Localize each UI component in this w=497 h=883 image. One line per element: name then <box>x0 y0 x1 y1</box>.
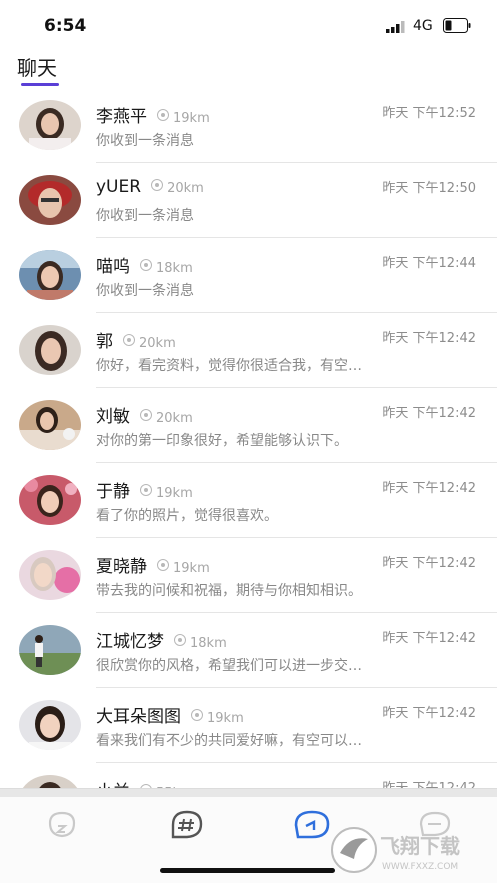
chat-name-row: 李燕平 19km <box>96 102 210 127</box>
avatar[interactable] <box>19 100 81 150</box>
chat-distance: 20km <box>139 336 176 351</box>
signal-icon <box>386 21 405 33</box>
svg-text:飞翔下载: 飞翔下载 <box>380 834 460 858</box>
chat-time: 昨天 下午12:50 <box>382 181 476 196</box>
avatar[interactable] <box>19 625 81 675</box>
avatar[interactable] <box>19 475 81 525</box>
chat-name-row: 小兰55km <box>96 777 193 788</box>
chat-time: 昨天 下午12:42 <box>382 481 476 496</box>
chat-name: 大耳朵图图 <box>96 707 181 727</box>
chat-item[interactable]: 夏晓静 19km 昨天 下午12:42 带去我的问候和祝福，期待与你相知相识。 <box>0 538 497 613</box>
tab-planet[interactable] <box>42 809 82 841</box>
location-icon <box>157 109 169 121</box>
avatar[interactable] <box>19 250 81 300</box>
chat-distance: 18km <box>190 636 227 651</box>
battery-icon <box>443 18 471 33</box>
chat-item[interactable]: yUER 20km 昨天 下午12:50 你收到一条消息 <box>0 163 497 238</box>
chat-name-row: 于静 19km <box>96 477 193 502</box>
home-indicator <box>160 868 335 873</box>
tab-chat[interactable] <box>292 809 332 841</box>
avatar[interactable] <box>19 775 81 788</box>
title-underline <box>21 83 59 86</box>
chat-time: 昨天 下午12:42 <box>382 406 476 421</box>
chat-time: 昨天 下午12:42 <box>382 631 476 646</box>
chat-name-row: 夏晓静 19km <box>96 552 210 577</box>
chat-item[interactable]: 小兰55km 昨天 下午12:42 <box>0 763 497 788</box>
chat-name: 于静 <box>96 482 130 502</box>
chat-distance: 19km <box>156 486 193 501</box>
chat-time: 昨天 下午12:42 <box>382 777 476 788</box>
chat-message: 看了你的照片，觉得很喜欢。 <box>96 508 278 524</box>
chat-name-row: yUER 20km <box>96 177 204 197</box>
chat-name-row: 刘敏 20km <box>96 402 193 427</box>
avatar[interactable] <box>19 700 81 750</box>
chat-item[interactable]: 郭 20km 昨天 下午12:42 你好，看完资料，觉得你很适合我，有空… <box>0 313 497 388</box>
chat-distance: 19km <box>207 711 244 726</box>
chat-item[interactable]: 喵呜 18km 昨天 下午12:44 你收到一条消息 <box>0 238 497 313</box>
chat-message: 对你的第一印象很好，希望能够认识下。 <box>96 433 348 449</box>
chat-time: 昨天 下午12:52 <box>382 106 476 121</box>
location-icon <box>151 179 164 191</box>
chat-item[interactable]: 江城忆梦 18km 昨天 下午12:42 很欣赏你的风格，希望我们可以进一步交… <box>0 613 497 688</box>
planet-icon <box>48 811 76 838</box>
chat-name-row: 大耳朵图图 19km <box>96 702 244 727</box>
chat-item[interactable]: 李燕平 19km 昨天 下午12:52 你收到一条消息 <box>0 88 497 163</box>
chat-item[interactable]: 于静 19km 昨天 下午12:42 看了你的照片，觉得很喜欢。 <box>0 463 497 538</box>
avatar[interactable] <box>19 325 81 375</box>
tab-bar-shade <box>0 789 497 797</box>
location-icon <box>123 334 135 346</box>
chat-distance: 20km <box>167 181 204 196</box>
chat-item[interactable]: 刘敏 20km 昨天 下午12:42 对你的第一印象很好，希望能够认识下。 <box>0 388 497 463</box>
status-bar: 6:54 4G <box>0 0 497 48</box>
chat-bubble-icon <box>294 810 330 839</box>
avatar[interactable] <box>19 400 81 450</box>
chat-message: 你收到一条消息 <box>96 283 194 299</box>
location-icon <box>140 484 152 496</box>
watermark-logo: 飞翔下载 WWW.FXXZ.COM <box>330 825 490 875</box>
chat-message: 你好，看完资料，觉得你很适合我，有空… <box>96 358 362 374</box>
chat-name: 江城忆梦 <box>96 632 164 652</box>
chat-distance: 20km <box>156 411 193 426</box>
location-icon <box>140 409 152 421</box>
chat-name: yUER <box>96 177 142 197</box>
chat-name-row: 江城忆梦 18km <box>96 627 227 652</box>
location-icon <box>140 259 152 271</box>
avatar[interactable] <box>19 175 81 225</box>
chat-list: 李燕平 19km 昨天 下午12:52 你收到一条消息 yUER 20km 昨天 下… <box>0 88 497 788</box>
svg-text:WWW.FXXZ.COM: WWW.FXXZ.COM <box>382 862 458 872</box>
chat-distance: 19km <box>173 111 210 126</box>
chat-message: 你收到一条消息 <box>96 133 194 149</box>
chat-distance: 18km <box>156 261 193 276</box>
chat-message: 带去我的问候和祝福，期待与你相知相识。 <box>96 583 362 599</box>
chat-time: 昨天 下午12:42 <box>382 556 476 571</box>
chat-name: 喵呜 <box>96 257 130 277</box>
hashtag-icon <box>171 810 203 839</box>
tab-topics[interactable] <box>167 809 207 841</box>
chat-name-row: 喵呜 18km <box>96 252 193 277</box>
chat-message: 很欣赏你的风格，希望我们可以进一步交… <box>96 658 362 674</box>
chat-name: 夏晓静 <box>96 557 147 577</box>
chat-name: 李燕平 <box>96 107 147 127</box>
avatar[interactable] <box>19 550 81 600</box>
location-icon <box>174 634 186 646</box>
chat-time: 昨天 下午12:42 <box>382 706 476 721</box>
status-time: 6:54 <box>44 16 87 36</box>
page-title: 聊天 <box>17 56 57 80</box>
chat-name: 刘敏 <box>96 407 130 427</box>
chat-time: 昨天 下午12:42 <box>382 331 476 346</box>
chat-message: 你收到一条消息 <box>96 208 194 224</box>
chat-time: 昨天 下午12:44 <box>382 256 476 271</box>
chat-name-row: 郭 20km <box>96 327 176 352</box>
location-icon <box>157 559 169 571</box>
chat-message: 看来我们有不少的共同爱好嘛，有空可以… <box>96 733 362 749</box>
network-type: 4G <box>413 18 433 34</box>
chat-distance: 19km <box>173 561 210 576</box>
location-icon <box>191 709 203 721</box>
chat-item[interactable]: 大耳朵图图 19km 昨天 下午12:42 看来我们有不少的共同爱好嘛，有空可以… <box>0 688 497 763</box>
chat-name: 郭 <box>96 332 113 352</box>
